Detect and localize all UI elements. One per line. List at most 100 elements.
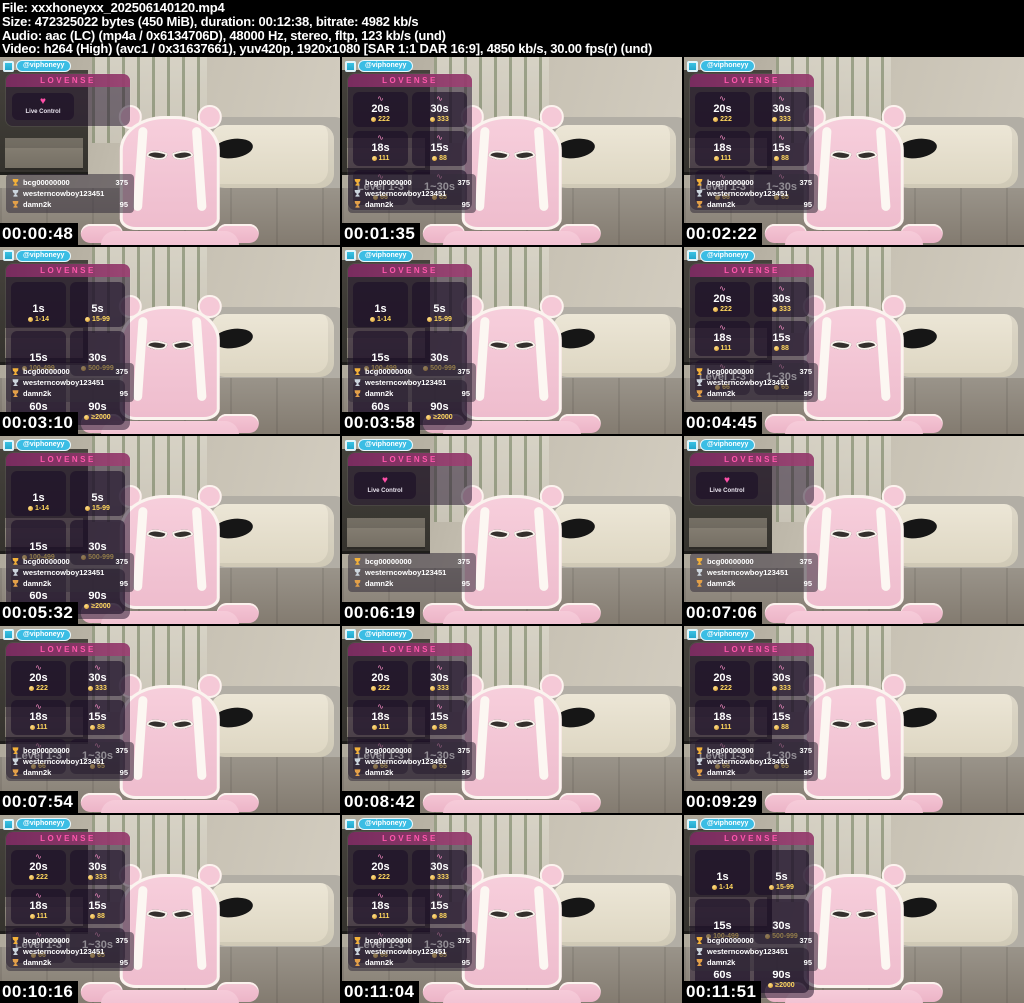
video-thumbnail[interactable]: @viphoneyy LOVENSE ♥ Live Control ∿ 20s … xyxy=(684,436,1024,624)
tip-menu-item[interactable]: ∿ 15s 88 xyxy=(754,131,809,166)
tip-menu-item[interactable]: ∿ 18s 111 xyxy=(695,131,750,166)
tip-menu-item[interactable]: 5s 15-99 xyxy=(754,850,809,896)
tip-menu-item[interactable]: ∿ 30s 333 xyxy=(754,660,809,696)
token-icon xyxy=(769,885,775,891)
tip-menu-item[interactable]: ∿ 18s 111 xyxy=(11,699,66,735)
streamer-badge: @viphoneyy xyxy=(345,60,414,72)
top-tippers-panel: bcg00000000 375 westerncowboy123451 damn… xyxy=(6,932,134,971)
tip-menu-item[interactable]: 5s 15-99 xyxy=(70,471,125,517)
tipper-row: bcg00000000 375 xyxy=(12,177,128,188)
vibration-wave-icon: ∿ xyxy=(778,701,785,711)
vibration-wave-icon: ∿ xyxy=(94,891,101,901)
tip-menu-item[interactable]: ∿ 18s 111 xyxy=(353,699,408,735)
tip-menu-item[interactable]: ∿ 18s 111 xyxy=(695,320,750,356)
video-thumbnail[interactable]: @viphoneyy LOVENSE ♥ Live Control ∿ 20s … xyxy=(0,436,340,624)
tip-menu-item[interactable]: 1s 1-14 xyxy=(695,850,750,896)
streamer-badge: @viphoneyy xyxy=(345,628,414,641)
tip-menu-item[interactable]: ∿ 15s 88 xyxy=(70,699,125,735)
video-thumbnail[interactable]: @viphoneyy LOVENSE ♥ Live Control ∿ 20s … xyxy=(0,246,340,435)
timestamp: 00:11:51 xyxy=(684,981,762,1003)
token-icon xyxy=(430,685,436,691)
tip-menu-item[interactable]: ∿ 15s 88 xyxy=(754,320,809,356)
video-thumbnail[interactable]: @viphoneyy LOVENSE ♥ Live Control ∿ 20s … xyxy=(342,625,682,814)
lovense-title: LOVENSE xyxy=(6,642,130,656)
tipper-row: westerncowboy123451 xyxy=(12,567,128,578)
chair-trim xyxy=(192,127,207,212)
vibration-wave-icon: ∿ xyxy=(35,701,42,711)
top-tippers-panel: bcg00000000 375 westerncowboy123451 damn… xyxy=(6,552,134,592)
tip-menu-item[interactable]: ∿ 20s 222 xyxy=(695,92,750,127)
chair-eye-decal xyxy=(487,905,511,922)
tip-menu-item[interactable]: ∿ 30s 333 xyxy=(754,281,809,317)
tip-menu-item[interactable]: ∿ 15s 88 xyxy=(70,889,125,925)
timestamp: 00:07:54 xyxy=(0,791,79,814)
tipper-row: bcg00000000 375 xyxy=(12,745,128,756)
tip-menu-item[interactable]: ∿ 20s 222 xyxy=(11,850,66,886)
tip-menu-item[interactable]: 5s 15-99 xyxy=(70,281,125,327)
tip-menu-item[interactable]: ∿ 18s 111 xyxy=(11,889,66,925)
tip-menu-item[interactable]: ∿ 20s 222 xyxy=(353,92,408,127)
cam-site-icon xyxy=(3,60,14,72)
chair-seat xyxy=(443,610,581,624)
video-thumbnail[interactable]: @viphoneyy LOVENSE ♥ Live Control ∿ 20s … xyxy=(684,815,1024,1003)
tipper-row: bcg00000000 375 xyxy=(354,935,470,946)
tip-menu-item[interactable]: ∿ 20s 222 xyxy=(353,850,408,886)
chair-trim xyxy=(876,127,891,212)
tip-menu-item[interactable]: ∿ 20s 222 xyxy=(695,281,750,317)
video-thumbnail[interactable]: @viphoneyy LOVENSE ♥ Live Control ∿ 20s … xyxy=(0,57,340,245)
chair-trim xyxy=(534,316,549,402)
chair-seat xyxy=(785,421,923,435)
timestamp: 00:08:42 xyxy=(342,791,421,814)
tip-menu-item[interactable]: ∿ 20s 222 xyxy=(695,660,750,696)
tip-menu-item[interactable]: 1s 1-14 xyxy=(353,281,408,327)
chair-seat xyxy=(101,231,239,245)
video-thumbnail[interactable]: @viphoneyy LOVENSE ♥ Live Control ∿ 20s … xyxy=(342,815,682,1003)
tipper-row: damn2k 95 xyxy=(354,957,470,968)
chair-eye-decal xyxy=(513,526,537,543)
top-tippers-panel: bcg00000000 375 westerncowboy123451 damn… xyxy=(348,552,476,592)
tip-menu-item[interactable]: ∿ 18s 111 xyxy=(353,131,408,166)
video-thumbnail[interactable]: @viphoneyy LOVENSE ♥ Live Control ∿ 20s … xyxy=(684,246,1024,435)
tip-menu-item[interactable]: ∿ 30s 333 xyxy=(70,660,125,696)
chair-eye-decal xyxy=(829,336,853,353)
tip-menu-item[interactable]: 1s 1-14 xyxy=(11,281,66,327)
tip-menu-item[interactable]: ∿ 20s 222 xyxy=(11,660,66,696)
tip-menu-item[interactable]: 5s 15-99 xyxy=(412,281,467,327)
lovense-tip-menu-panel: LOVENSE ♥ Live Control ∿ 20s 222 ∿ 30s 3… xyxy=(6,453,130,620)
tip-menu-item[interactable]: ∿ 15s 88 xyxy=(412,699,467,735)
video-thumbnail[interactable]: @viphoneyy LOVENSE ♥ Live Control ∿ 20s … xyxy=(684,57,1024,245)
chair-trim xyxy=(475,885,490,971)
video-thumbnail[interactable]: @viphoneyy LOVENSE ♥ Live Control ∿ 20s … xyxy=(342,246,682,435)
lovense-tip-menu-panel: LOVENSE ♥ Live Control ∿ 20s 222 ∿ 30s 3… xyxy=(6,74,130,126)
tip-menu-item[interactable]: ∿ 20s 222 xyxy=(353,660,408,696)
tip-menu-item[interactable]: ∿ 30s 333 xyxy=(412,92,467,127)
tip-menu-item[interactable]: ∿ 18s 111 xyxy=(353,889,408,925)
chair-seat xyxy=(443,800,581,814)
video-thumbnail[interactable]: @viphoneyy LOVENSE ♥ Live Control ∿ 20s … xyxy=(0,625,340,814)
tip-menu-item[interactable]: ∿ 15s 88 xyxy=(754,699,809,735)
tip-menu-item[interactable]: ∿ 30s 333 xyxy=(412,850,467,886)
streamer-handle: @viphoneyy xyxy=(358,818,414,831)
live-control-tile[interactable]: ♥ Live Control xyxy=(696,472,758,500)
video-metadata-header: File: xxxhoneyxx_202506140120.mp4 Size: … xyxy=(0,0,1024,57)
vibration-wave-icon: ∿ xyxy=(377,852,384,862)
video-thumbnail[interactable]: @viphoneyy LOVENSE ♥ Live Control ∿ 20s … xyxy=(342,436,682,624)
video-thumbnail[interactable]: @viphoneyy LOVENSE ♥ Live Control ∿ 20s … xyxy=(0,815,340,1003)
tip-menu-item[interactable]: ∿ 18s 111 xyxy=(695,699,750,735)
live-control-tile[interactable]: ♥ Live Control xyxy=(354,472,416,500)
tip-menu-item[interactable]: ∿ 30s 333 xyxy=(412,660,467,696)
tip-menu-item[interactable]: ∿ 30s 333 xyxy=(70,850,125,886)
chair-trim xyxy=(133,127,148,212)
tip-menu-item[interactable]: ∿ 15s 88 xyxy=(412,131,467,166)
lovense-title: LOVENSE xyxy=(690,832,814,846)
video-thumbnail[interactable]: @viphoneyy LOVENSE ♥ Live Control ∿ 20s … xyxy=(684,625,1024,814)
tip-menu-item[interactable]: ∿ 15s 88 xyxy=(412,889,467,925)
tip-menu-item[interactable]: ∿ 30s 333 xyxy=(754,92,809,127)
video-thumbnail[interactable]: @viphoneyy LOVENSE ♥ Live Control ∿ 20s … xyxy=(342,57,682,245)
timestamp: 00:03:10 xyxy=(0,412,79,435)
chair-eye-decal xyxy=(513,716,537,733)
live-control-tile[interactable]: ♥ Live Control xyxy=(12,93,74,120)
tip-menu-item[interactable]: 1s 1-14 xyxy=(11,471,66,517)
tipper-row: westerncowboy123451 xyxy=(12,946,128,957)
vibration-wave-icon: ∿ xyxy=(719,133,726,142)
